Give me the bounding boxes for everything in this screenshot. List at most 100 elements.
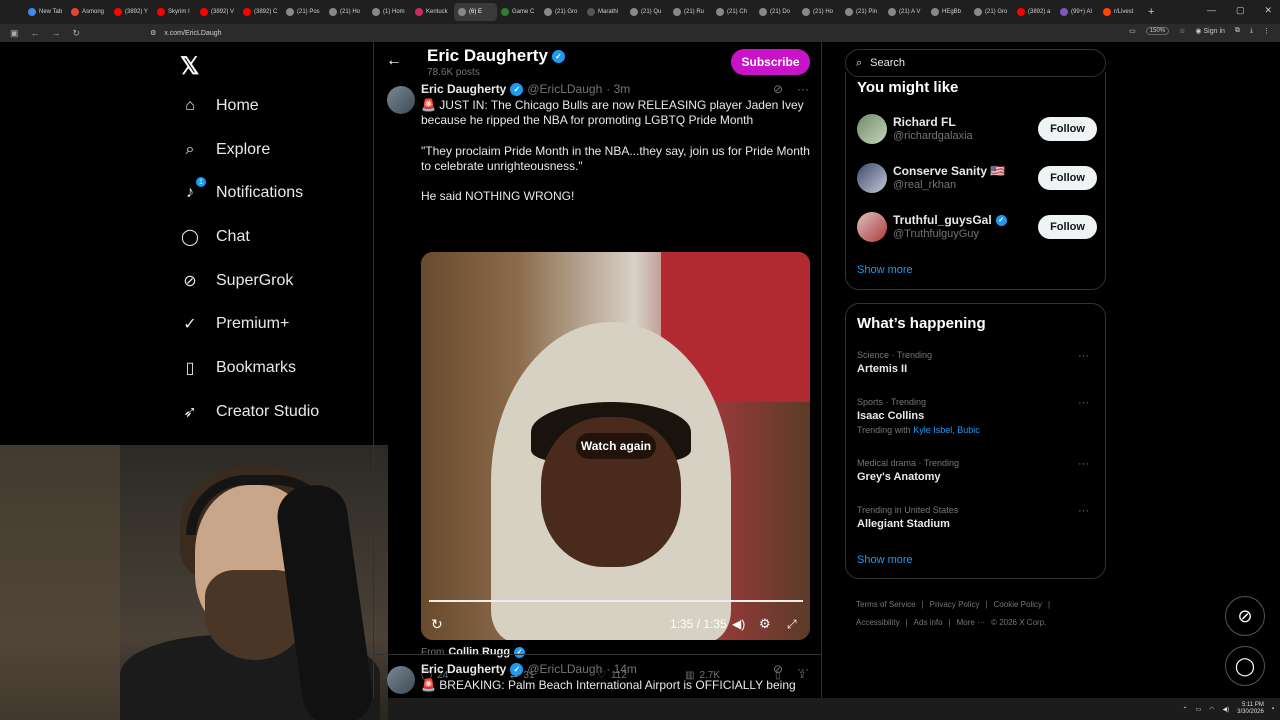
footer-link[interactable]: © 2026 X Corp. — [991, 618, 1046, 627]
avatar[interactable] — [857, 163, 887, 193]
footer-link[interactable]: Cookie Policy — [994, 600, 1042, 609]
clock[interactable]: 5:11 PM 3/30/2026 — [1237, 702, 1264, 716]
watch-again-button[interactable]: Watch again — [576, 433, 656, 459]
nav-item-supergrok[interactable]: ⊘ SuperGrok — [180, 271, 293, 291]
extensions-icon[interactable]: ⧉ — [1235, 27, 1240, 35]
tweet-author-handle[interactable]: @EricLDaugh — [527, 662, 602, 676]
source-author[interactable]: Collin Rugg — [448, 646, 510, 658]
trend-related-names[interactable]: Kyle Isbel, Bubic — [913, 425, 980, 435]
browser-tab[interactable]: (21) Do — [755, 3, 798, 21]
tweet-time[interactable]: · 14m — [606, 662, 637, 676]
trend-item[interactable]: Sports · Trending Isaac Collins Trending w… — [857, 397, 1097, 435]
browser-tab[interactable]: (3892) Y — [110, 3, 153, 21]
browser-tab[interactable]: (21) Qu — [626, 3, 669, 21]
more-icon[interactable]: ··· — [797, 82, 809, 96]
follow-button[interactable]: Follow — [1038, 215, 1097, 239]
more-icon[interactable]: ··· — [1078, 397, 1089, 409]
nav-item-creator-studio[interactable]: ➶ Creator Studio — [180, 402, 319, 422]
tweet[interactable]: Eric Daugherty ✓ @EricLDaugh · 3m ⊘ ··· … — [374, 82, 821, 681]
sidebar-toggle-icon[interactable]: ▣ — [10, 28, 19, 39]
reload-icon[interactable]: ↻ — [73, 28, 81, 39]
wifi-icon[interactable]: ◠ — [1209, 706, 1214, 713]
browser-tab[interactable]: (99+) Al — [1056, 3, 1099, 21]
footer-link[interactable]: Privacy Policy — [930, 600, 980, 609]
browser-tab[interactable]: (21) Pin — [841, 3, 884, 21]
trend-item[interactable]: Science · Trending Artemis II ··· — [857, 350, 1097, 375]
subscribe-button[interactable]: Subscribe — [731, 49, 810, 75]
footer-link[interactable]: Terms of Service — [856, 600, 916, 609]
more-icon[interactable]: ··· — [1078, 458, 1089, 470]
url-field[interactable]: x.com/EricLDaugh — [164, 30, 221, 37]
more-icon[interactable]: ··· — [797, 662, 809, 676]
browser-tab[interactable]: (21) Ru — [669, 3, 712, 21]
suggested-user[interactable]: Conserve Sanity 🇺🇸 @real_rkhan Follow — [857, 161, 1097, 195]
browser-tab[interactable]: Game C — [497, 3, 540, 21]
tweet-author-name[interactable]: Eric Daugherty — [421, 82, 506, 96]
avatar[interactable] — [387, 666, 415, 694]
replay-icon[interactable]: ↻ — [431, 616, 443, 633]
network-icon[interactable]: ▭ — [1196, 706, 1202, 713]
more-icon[interactable]: ··· — [1078, 350, 1089, 362]
browser-tab[interactable]: r/Livest — [1099, 3, 1142, 21]
browser-tab[interactable]: (3892) a — [1013, 3, 1056, 21]
x-logo-icon[interactable]: 𝕏 — [180, 52, 199, 81]
browser-tab[interactable]: Skyrim I — [153, 3, 196, 21]
footer-link[interactable]: More ··· — [957, 618, 985, 627]
star-icon[interactable]: ☆ — [1179, 27, 1185, 35]
grok-icon[interactable]: ⊘ — [773, 82, 783, 96]
nav-item-premium[interactable]: ✓ Premium+ — [180, 314, 289, 334]
browser-tab[interactable]: (21) Ho — [798, 3, 841, 21]
browser-tab[interactable]: (3892) C — [239, 3, 282, 21]
maximize-icon[interactable]: ▢ — [1236, 5, 1245, 16]
notification-center-icon[interactable]: ▪ — [1272, 706, 1274, 712]
video-progress-bar[interactable] — [429, 600, 803, 602]
new-tab-button[interactable]: + — [1148, 6, 1154, 18]
close-icon[interactable]: ✕ — [1264, 5, 1272, 16]
browser-tab[interactable]: (21) Ch — [712, 3, 755, 21]
back-arrow-icon[interactable]: ← — [386, 52, 402, 70]
nav-item-explore[interactable]: ⌕ Explore — [180, 140, 271, 160]
follow-button[interactable]: Follow — [1038, 117, 1097, 141]
browser-tab[interactable]: (6) E — [454, 3, 497, 21]
forward-arrow-icon[interactable]: → — [52, 28, 61, 39]
trend-item[interactable]: Trending in United States Allegiant Stadi… — [857, 505, 1097, 530]
nav-item-bookmarks[interactable]: ▯ Bookmarks — [180, 358, 296, 378]
back-arrow-icon[interactable]: ← — [31, 28, 40, 39]
avatar[interactable] — [387, 86, 415, 114]
video-player[interactable]: Watch again ↻ 1:35 / 1:35 ◀) ⚙ ⤢ — [421, 252, 810, 640]
browser-tab[interactable]: (21) Pos — [282, 3, 325, 21]
fullscreen-icon[interactable]: ⤢ — [787, 617, 797, 632]
grok-icon[interactable]: ⊘ — [773, 662, 783, 676]
tray-chevron-icon[interactable]: ⌃ — [1183, 706, 1188, 713]
nav-item-chat[interactable]: ◯ Chat — [180, 227, 250, 247]
browser-tab[interactable]: Kentuck — [411, 3, 454, 21]
signin-button[interactable]: ◉ Sign in — [1195, 27, 1224, 35]
browser-tab[interactable]: New Tab — [24, 3, 67, 21]
browser-tab[interactable]: Marathi — [583, 3, 626, 21]
more-icon[interactable]: ··· — [1078, 505, 1089, 517]
footer-link[interactable]: Accessibility — [856, 618, 900, 627]
browser-tab[interactable]: HEgBb — [927, 3, 970, 21]
messages-fab-icon[interactable]: ◯ — [1225, 646, 1265, 686]
suggested-user[interactable]: Truthful_guysGal ✓ @TruthfulguyGuy Follow — [857, 210, 1097, 244]
volume-icon[interactable]: ◀) — [732, 617, 745, 631]
tweet-author-name[interactable]: Eric Daugherty — [421, 662, 506, 676]
grok-fab-icon[interactable]: ⊘ — [1225, 596, 1265, 636]
browser-tab[interactable]: (1) Hom — [368, 3, 411, 21]
speaker-icon[interactable]: ◀) — [1223, 706, 1230, 713]
browser-tab[interactable]: (21) A V — [884, 3, 927, 21]
browser-tab[interactable]: Asmong — [67, 3, 110, 21]
footer-link[interactable]: Ads info — [914, 618, 943, 627]
suggested-user[interactable]: Richard FL @richardgalaxia Follow — [857, 112, 1097, 146]
follow-button[interactable]: Follow — [1038, 166, 1097, 190]
browser-tab[interactable]: (21) Gro — [540, 3, 583, 21]
avatar[interactable] — [857, 212, 887, 242]
site-info-icon[interactable]: ⚙ — [150, 29, 156, 37]
tweet[interactable]: Eric Daugherty ✓ @EricLDaugh · 14m ⊘ ···… — [374, 662, 821, 698]
minimize-icon[interactable]: — — [1207, 5, 1216, 16]
tweet-author-handle[interactable]: @EricLDaugh — [527, 82, 602, 96]
tweet-time[interactable]: · 3m — [606, 82, 630, 96]
screen-icon[interactable]: ▭ — [1129, 27, 1136, 35]
nav-item-home[interactable]: ⌂ Home — [180, 96, 259, 116]
zoom-indicator[interactable]: 150% — [1145, 27, 1170, 35]
